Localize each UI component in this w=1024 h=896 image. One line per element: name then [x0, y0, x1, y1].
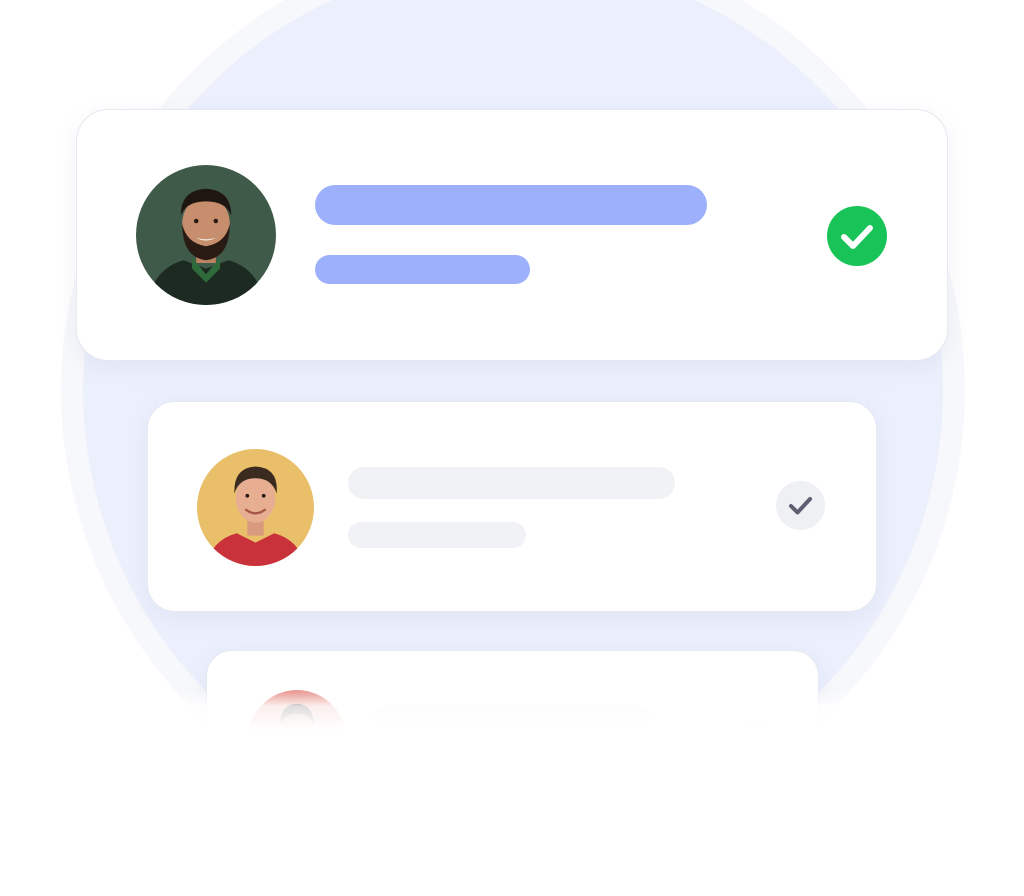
avatar: [136, 165, 276, 305]
avatar-photo-bearded-man: [136, 165, 276, 305]
subtitle-placeholder-bar: [374, 754, 522, 775]
check-icon[interactable]: [776, 481, 825, 530]
title-placeholder-bar: [374, 705, 650, 733]
user-selection-illustration: [0, 0, 1024, 896]
title-placeholder-bar: [315, 185, 707, 225]
avatar-photo-smiling-man: [197, 449, 314, 566]
title-placeholder-bar: [348, 467, 675, 499]
subtitle-placeholder-bar: [315, 255, 530, 284]
subtitle-placeholder-bar: [348, 522, 526, 548]
avatar: [248, 690, 346, 788]
avatar: [197, 449, 314, 566]
avatar-photo-young-man: [248, 690, 346, 788]
check-circle-icon[interactable]: [827, 206, 887, 266]
check-icon[interactable]: [734, 721, 772, 759]
